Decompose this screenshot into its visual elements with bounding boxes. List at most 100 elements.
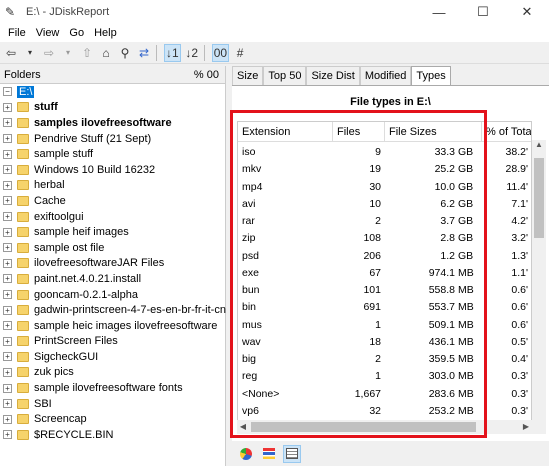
collapse-icon[interactable]: −	[3, 87, 12, 97]
tree-item[interactable]: + Screencap	[0, 411, 225, 427]
tree-item-label[interactable]: sample ost file	[34, 242, 104, 254]
expand-icon[interactable]: +	[3, 274, 12, 284]
expand-icon[interactable]: +	[3, 367, 12, 377]
table-view-button[interactable]	[283, 444, 301, 463]
dropdown-icon[interactable]: ▾	[22, 44, 38, 62]
close-button[interactable]: ✕	[505, 0, 549, 24]
tree-item[interactable]: + gooncam-0.2.1-alpha	[0, 287, 225, 303]
tree-item-label[interactable]: paint.net.4.0.21.install	[34, 273, 141, 285]
forward-arrow-icon[interactable]: ⇨	[41, 44, 57, 62]
tree-item-label[interactable]: sample heif images	[34, 226, 129, 238]
expand-icon[interactable]: +	[3, 149, 12, 159]
tree-item[interactable]: + sample ost file	[0, 240, 225, 256]
tab-top50[interactable]: Top 50	[263, 66, 307, 85]
col-percent-total[interactable]: % of Total	[482, 122, 531, 142]
tree-item-label[interactable]: sample stuff	[34, 148, 93, 160]
tree-item[interactable]: + samples ilovefreesoftware	[0, 115, 225, 131]
tree-item-label[interactable]: herbal	[34, 179, 65, 191]
scroll-up-icon[interactable]: ▲	[532, 140, 546, 152]
tree-item-label[interactable]: zuk pics	[34, 366, 74, 378]
tree-item[interactable]: + ilovefreesoftwareJAR Files	[0, 256, 225, 272]
expand-icon[interactable]: +	[3, 258, 12, 268]
tree-item-label[interactable]: sample ilovefreesoftware fonts	[34, 382, 183, 394]
tree-item[interactable]: + paint.net.4.0.21.install	[0, 271, 225, 287]
tree-item-label[interactable]: Screencap	[34, 413, 87, 425]
menu-view[interactable]: View	[36, 27, 60, 39]
tree-item-label[interactable]: samples ilovefreesoftware	[34, 117, 172, 129]
tree-item-label[interactable]: exiftoolgui	[34, 211, 84, 223]
expand-icon[interactable]: +	[3, 383, 12, 393]
up-folder-icon[interactable]: ⇧	[79, 44, 95, 62]
tree-item[interactable]: + exiftoolgui	[0, 209, 225, 225]
tree-item[interactable]: + gadwin-printscreen-4-7-es-en-br-fr-it-c…	[0, 302, 226, 318]
tab-size-dist[interactable]: Size Dist	[306, 66, 360, 85]
expand-icon[interactable]: +	[3, 399, 12, 409]
tree-item-label[interactable]: SBI	[34, 398, 52, 410]
maximize-button[interactable]: ☐	[461, 0, 505, 24]
search-icon[interactable]: ⚲	[117, 44, 133, 62]
vertical-scrollbar[interactable]: ▲ ▼	[532, 140, 546, 434]
tree-root[interactable]: − E:\	[0, 84, 225, 100]
refresh-icon[interactable]: ⇄	[136, 44, 152, 62]
tree-item[interactable]: + SigcheckGUI	[0, 349, 225, 365]
home-icon[interactable]: ⌂	[98, 44, 114, 62]
expand-icon[interactable]: +	[3, 430, 12, 440]
menu-help[interactable]: Help	[94, 27, 117, 39]
expand-icon[interactable]: +	[3, 352, 12, 362]
expand-icon[interactable]: +	[3, 227, 12, 237]
tree-root-label[interactable]: E:\	[17, 85, 35, 98]
expand-icon[interactable]: +	[3, 165, 12, 175]
expand-icon[interactable]: +	[3, 118, 12, 128]
tree-item[interactable]: + PrintScreen Files	[0, 334, 225, 350]
tree-item-label[interactable]: Pendrive Stuff (21 Sept)	[34, 133, 151, 145]
scroll-thumb[interactable]	[534, 158, 544, 238]
tree-item-label[interactable]: gooncam-0.2.1-alpha	[34, 289, 138, 301]
tree-item[interactable]: + herbal	[0, 178, 225, 194]
percent-toggle[interactable]: 00	[211, 43, 230, 62]
scroll-right-icon[interactable]: ▶	[520, 420, 532, 434]
sort-descending-icon[interactable]: ↓1	[164, 43, 181, 62]
expand-icon[interactable]: +	[3, 336, 12, 346]
pie-chart-view-button[interactable]	[237, 445, 255, 463]
back-arrow-icon[interactable]: ⇦	[3, 44, 19, 62]
expand-icon[interactable]: +	[3, 102, 12, 112]
tree-item-label[interactable]: gadwin-printscreen-4-7-es-en-br-fr-it-cn	[34, 304, 226, 316]
tree-item-label[interactable]: ilovefreesoftwareJAR Files	[34, 257, 164, 269]
menu-go[interactable]: Go	[69, 27, 84, 39]
expand-icon[interactable]: +	[3, 212, 12, 222]
tree-item[interactable]: + stuff	[0, 100, 225, 116]
tree-item-label[interactable]: stuff	[34, 101, 58, 113]
expand-icon[interactable]: +	[3, 290, 12, 300]
tree-item[interactable]: + sample heic images ilovefreesoftware	[0, 318, 225, 334]
tree-item[interactable]: + SBI	[0, 396, 225, 412]
tree-item-label[interactable]: Windows 10 Build 16232	[34, 164, 155, 176]
menu-file[interactable]: File	[8, 27, 26, 39]
expand-icon[interactable]: +	[3, 305, 12, 315]
sort-ascending-icon[interactable]: ↓2	[184, 44, 200, 62]
dropdown-icon[interactable]: ▾	[60, 44, 76, 62]
tree-item[interactable]: + sample stuff	[0, 146, 225, 162]
expand-icon[interactable]: +	[3, 321, 12, 331]
tree-item[interactable]: + $RECYCLE.BIN	[0, 427, 225, 443]
expand-icon[interactable]: +	[3, 414, 12, 424]
tree-item-label[interactable]: Cache	[34, 195, 66, 207]
tree-item-label[interactable]: $RECYCLE.BIN	[34, 429, 113, 441]
tree-item[interactable]: + sample heif images	[0, 224, 225, 240]
tab-modified[interactable]: Modified	[359, 66, 412, 85]
tab-size[interactable]: Size	[232, 66, 264, 85]
bar-chart-view-button[interactable]	[260, 445, 278, 463]
tree-item[interactable]: + sample ilovefreesoftware fonts	[0, 380, 225, 396]
tree-item[interactable]: + Windows 10 Build 16232	[0, 162, 225, 178]
tree-item-label[interactable]: sample heic images ilovefreesoftware	[34, 320, 217, 332]
tree-item-label[interactable]: PrintScreen Files	[34, 335, 118, 347]
expand-icon[interactable]: +	[3, 180, 12, 190]
tab-types[interactable]: Types	[411, 66, 451, 85]
minimize-button[interactable]: —	[417, 0, 461, 24]
expand-icon[interactable]: +	[3, 134, 12, 144]
tree-item[interactable]: + Cache	[0, 193, 225, 209]
expand-icon[interactable]: +	[3, 243, 12, 253]
tree-item[interactable]: + Pendrive Stuff (21 Sept)	[0, 131, 225, 147]
tree-item-label[interactable]: SigcheckGUI	[34, 351, 98, 363]
expand-icon[interactable]: +	[3, 196, 12, 206]
hash-toggle[interactable]: #	[232, 44, 248, 62]
